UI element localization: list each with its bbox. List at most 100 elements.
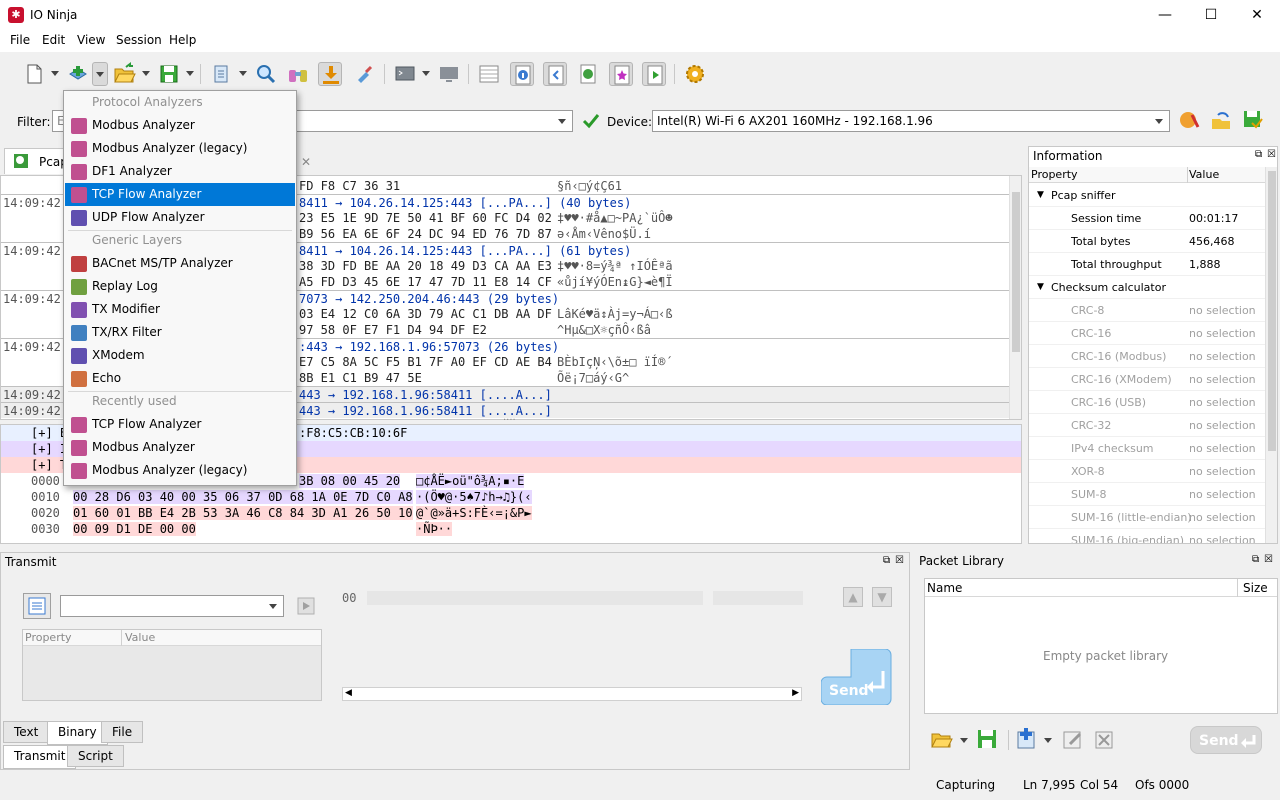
menu-item-xmodem[interactable]: XModem bbox=[65, 344, 295, 367]
hex-ascii[interactable]: ·(Ö♥@·5♠7♪h→♫}(‹ bbox=[416, 490, 532, 504]
packet-tree-node[interactable]: [+] E bbox=[31, 426, 67, 440]
menu-item-udp-flow-analyzer[interactable]: UDP Flow Analyzer bbox=[65, 206, 295, 229]
col-name[interactable]: Name bbox=[927, 581, 962, 595]
history-up-button[interactable]: ▲ bbox=[843, 587, 863, 607]
play-button[interactable] bbox=[642, 62, 666, 86]
new-session-button[interactable] bbox=[22, 62, 46, 86]
close-icon[interactable]: ☒ bbox=[895, 555, 904, 566]
menu-item-tx-rx-filter[interactable]: TX/RX Filter bbox=[65, 321, 295, 344]
hex-bytes[interactable]: 3B 08 00 45 20 bbox=[299, 474, 401, 488]
open-dropdown[interactable] bbox=[142, 71, 150, 76]
open-button[interactable] bbox=[112, 62, 136, 86]
history-down-button[interactable]: ▼ bbox=[872, 587, 892, 607]
float-icon[interactable]: ⧉ bbox=[883, 555, 890, 566]
export-dropdown[interactable] bbox=[239, 71, 247, 76]
back-button[interactable] bbox=[543, 62, 567, 86]
menu-item-df1-analyzer[interactable]: DF1 Analyzer bbox=[65, 160, 295, 183]
capture-start-icon[interactable] bbox=[1178, 109, 1200, 131]
close-icon[interactable]: ☒ bbox=[1267, 149, 1276, 160]
log-scrollbar[interactable] bbox=[1009, 176, 1021, 419]
minimize-button[interactable]: — bbox=[1142, 0, 1188, 30]
checksum-button[interactable] bbox=[576, 62, 600, 86]
export-button[interactable] bbox=[210, 62, 234, 86]
menu-item-bacnet-ms-tp-analyzer[interactable]: BACnet MS/TP Analyzer bbox=[65, 252, 295, 275]
float-icon[interactable]: ⧉ bbox=[1255, 149, 1262, 160]
col-size[interactable]: Size bbox=[1243, 581, 1268, 595]
maximize-button[interactable]: ☐ bbox=[1188, 0, 1234, 30]
bookmarks-button[interactable] bbox=[609, 62, 633, 86]
menu-session[interactable]: Session bbox=[116, 33, 162, 47]
tab-text[interactable]: Text bbox=[3, 721, 50, 743]
autoscroll-button[interactable] bbox=[318, 62, 342, 86]
add-packet-icon[interactable] bbox=[1016, 728, 1038, 750]
packet-tree-node[interactable]: [+] T bbox=[31, 458, 67, 472]
hex-ascii[interactable]: @`@»ä+S:FÈ‹=¡&P► bbox=[416, 506, 532, 520]
tab-close-icon[interactable]: ✕ bbox=[301, 155, 311, 169]
open-library-dropdown[interactable] bbox=[960, 738, 968, 743]
tab-file[interactable]: File bbox=[101, 721, 144, 743]
hex-bytes[interactable]: 00 28 D6 03 40 00 35 06 37 0D 68 1A 0E 7… bbox=[73, 490, 413, 504]
binoculars-button[interactable] bbox=[286, 62, 310, 86]
library-send-button[interactable]: Send bbox=[1190, 726, 1262, 754]
save-button[interactable] bbox=[157, 62, 181, 86]
terminal-button[interactable] bbox=[393, 62, 417, 86]
delete-icon[interactable] bbox=[1094, 728, 1116, 750]
device-select[interactable]: Intel(R) Wi-Fi 6 AX201 160MHz - 192.168.… bbox=[652, 110, 1170, 132]
folder-open-icon[interactable] bbox=[930, 728, 954, 750]
col-property[interactable]: Property bbox=[1031, 168, 1078, 181]
layout-button[interactable] bbox=[477, 62, 501, 86]
save-dropdown[interactable] bbox=[186, 71, 194, 76]
transmit-history-select[interactable] bbox=[60, 595, 284, 617]
chevron-down-icon[interactable]: ▼ bbox=[1037, 184, 1044, 207]
packet-library-table[interactable]: Name Size Empty packet library bbox=[924, 578, 1278, 714]
apply-icon[interactable] bbox=[1242, 109, 1264, 131]
send-button[interactable]: Send bbox=[820, 648, 893, 706]
hex-editor[interactable]: 00 ◀ ▶ bbox=[336, 585, 806, 705]
packet-tree-node[interactable]: [+] I bbox=[31, 442, 67, 456]
tab-transmit[interactable]: Transmit bbox=[3, 745, 77, 769]
new-session-dropdown[interactable] bbox=[51, 71, 59, 76]
menu-item-tx-modifier[interactable]: TX Modifier bbox=[65, 298, 295, 321]
close-button[interactable]: ✕ bbox=[1234, 0, 1280, 30]
edit-icon[interactable] bbox=[1062, 728, 1084, 750]
play-icon[interactable] bbox=[297, 597, 315, 615]
menu-item-modbus-analyzer-legacy[interactable]: Modbus Analyzer (legacy) bbox=[65, 137, 295, 160]
menu-item-tcp-flow-analyzer[interactable]: TCP Flow Analyzer bbox=[65, 413, 295, 436]
menu-item-tcp-flow-analyzer[interactable]: TCP Flow Analyzer bbox=[65, 183, 295, 206]
settings-button[interactable] bbox=[683, 62, 707, 86]
info-button[interactable] bbox=[510, 62, 534, 86]
tab-binary[interactable]: Binary bbox=[47, 721, 108, 745]
tab-script[interactable]: Script bbox=[67, 745, 124, 767]
clear-log-button[interactable] bbox=[352, 62, 376, 86]
screen-button[interactable] bbox=[437, 62, 461, 86]
save-icon[interactable] bbox=[976, 728, 998, 750]
hex-ascii[interactable]: □¢ÅË►oü"ô¾A;▪·E bbox=[416, 474, 525, 488]
menu-item-replay-log[interactable]: Replay Log bbox=[65, 275, 295, 298]
menu-file[interactable]: File bbox=[10, 33, 30, 47]
chevron-down-icon[interactable]: ▼ bbox=[1037, 276, 1044, 299]
add-layer-dropdown[interactable] bbox=[92, 62, 108, 86]
info-group[interactable]: ▼ Pcap sniffer bbox=[1029, 184, 1265, 207]
menu-item-echo[interactable]: Echo bbox=[65, 367, 295, 390]
hex-bytes[interactable]: 00 09 D1 DE 00 00 bbox=[73, 522, 196, 536]
find-button[interactable] bbox=[254, 62, 278, 86]
menu-help[interactable]: Help bbox=[169, 33, 196, 47]
hex-editor-hscrollbar[interactable]: ◀ ▶ bbox=[342, 687, 802, 701]
hex-ascii[interactable]: ·ÑÞ·· bbox=[416, 522, 453, 536]
hex-bytes[interactable]: 01 60 01 BB E4 2B 53 3A 46 C8 84 3D A1 2… bbox=[73, 506, 413, 520]
menu-item-modbus-analyzer-legacy[interactable]: Modbus Analyzer (legacy) bbox=[65, 459, 295, 482]
menu-item-modbus-analyzer[interactable]: Modbus Analyzer bbox=[65, 114, 295, 137]
reopen-icon[interactable] bbox=[1210, 109, 1232, 131]
close-icon[interactable]: ☒ bbox=[1264, 554, 1273, 565]
menu-item-modbus-analyzer[interactable]: Modbus Analyzer bbox=[65, 436, 295, 459]
terminal-dropdown[interactable] bbox=[422, 71, 430, 76]
menu-view[interactable]: View bbox=[77, 33, 105, 47]
menu-edit[interactable]: Edit bbox=[42, 33, 65, 47]
float-icon[interactable]: ⧉ bbox=[1252, 554, 1259, 565]
info-scrollbar[interactable] bbox=[1265, 167, 1277, 543]
add-layer-button[interactable] bbox=[66, 62, 90, 86]
info-group[interactable]: ▼ Checksum calculator bbox=[1029, 276, 1265, 299]
col-value[interactable]: Value bbox=[1189, 168, 1219, 181]
properties-toggle-button[interactable] bbox=[23, 593, 51, 619]
add-packet-dropdown[interactable] bbox=[1044, 738, 1052, 743]
